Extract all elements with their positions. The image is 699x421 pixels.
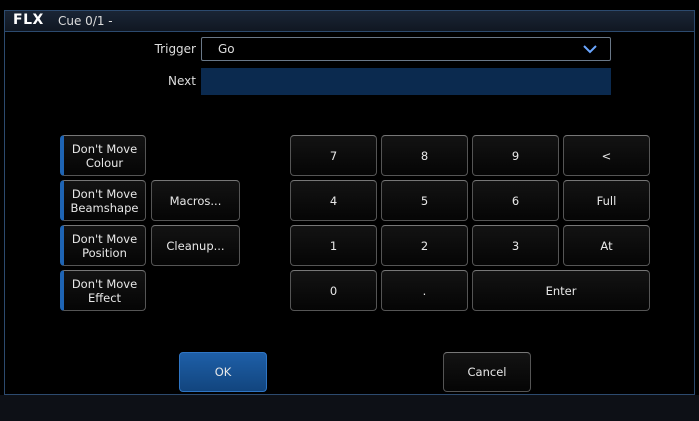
trigger-label: Trigger [154, 42, 196, 56]
key-5[interactable]: 5 [381, 180, 468, 221]
ok-button[interactable]: OK [179, 352, 267, 392]
flx-logo: FLX [13, 12, 44, 28]
key-6[interactable]: 6 [472, 180, 559, 221]
bottom-bar [0, 395, 699, 421]
cancel-button[interactable]: Cancel [443, 352, 531, 392]
next-input[interactable] [201, 68, 611, 95]
dont-move-effect-toggle[interactable]: Don't Move Effect [60, 270, 146, 311]
key-0[interactable]: 0 [290, 270, 377, 311]
key-1[interactable]: 1 [290, 225, 377, 266]
key-full[interactable]: Full [563, 180, 650, 221]
chevron-down-icon [583, 45, 597, 54]
macros-button[interactable]: Macros... [151, 180, 240, 221]
key-at[interactable]: At [563, 225, 650, 266]
window-title: Cue 0/1 - [58, 14, 113, 28]
next-label: Next [168, 74, 196, 88]
dont-move-beamshape-toggle[interactable]: Don't Move Beamshape [60, 180, 146, 221]
key-9[interactable]: 9 [472, 135, 559, 176]
key-dot[interactable]: . [381, 270, 468, 311]
dont-move-colour-toggle[interactable]: Don't Move Colour [60, 135, 146, 176]
key-enter[interactable]: Enter [472, 270, 650, 311]
trigger-dropdown[interactable]: Go [201, 37, 611, 61]
key-2[interactable]: 2 [381, 225, 468, 266]
trigger-value: Go [218, 42, 235, 56]
key-8[interactable]: 8 [381, 135, 468, 176]
cleanup-button[interactable]: Cleanup... [151, 225, 240, 266]
key-backspace[interactable]: < [563, 135, 650, 176]
title-bar: FLX Cue 0/1 - [5, 11, 694, 32]
key-4[interactable]: 4 [290, 180, 377, 221]
key-7[interactable]: 7 [290, 135, 377, 176]
cue-dialog: FLX Cue 0/1 - Trigger Go Next Don't Move… [4, 10, 695, 395]
dont-move-position-toggle[interactable]: Don't Move Position [60, 225, 146, 266]
key-3[interactable]: 3 [472, 225, 559, 266]
